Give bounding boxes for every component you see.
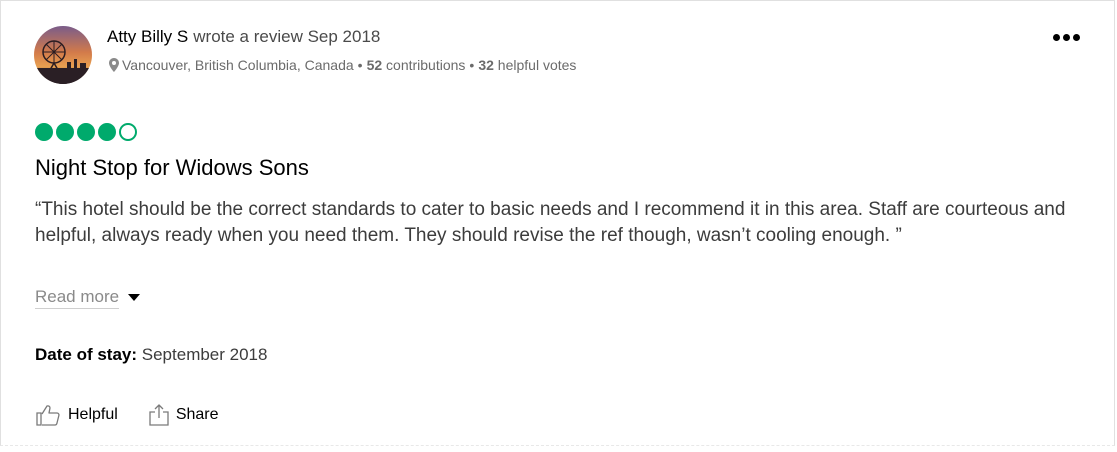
rating-bubble-filled (35, 123, 53, 141)
more-options-icon (1052, 33, 1060, 41)
author-line: Atty Billy S wrote a review Sep 2018 (107, 27, 380, 47)
location-pin-icon (109, 58, 119, 72)
more-options-button[interactable] (1048, 28, 1084, 46)
review-text: “This hotel should be the correct standa… (35, 199, 1066, 246)
read-more-label: Read more (35, 286, 120, 309)
thumbs-up-icon (36, 404, 62, 426)
separator-dot: • (469, 57, 475, 73)
more-options-icon (1062, 33, 1070, 41)
caret-down-icon (128, 293, 141, 302)
review-card: Atty Billy S wrote a review Sep 2018 Vanc… (0, 0, 1115, 446)
read-more-button[interactable]: Read more (35, 286, 141, 309)
separator-dot: • (357, 57, 363, 73)
rating-bubbles (35, 123, 137, 141)
helpful-votes-label: helpful votes (497, 57, 577, 73)
share-icon (148, 404, 170, 426)
review-title[interactable]: Night Stop for Widows Sons (35, 155, 309, 181)
contributions-count: 52 (366, 57, 383, 73)
review-actions: Helpful Share (36, 404, 219, 426)
avatar[interactable] (34, 26, 92, 84)
author-meta: Vancouver, British Columbia, Canada • 52… (109, 56, 576, 74)
review-action-text: wrote a review Sep 2018 (193, 27, 381, 46)
rating-bubble-filled (98, 123, 116, 141)
helpful-button[interactable]: Helpful (36, 404, 118, 426)
helpful-label: Helpful (68, 406, 118, 423)
date-of-stay-value: September 2018 (141, 345, 268, 364)
rating-bubble-empty (119, 123, 137, 141)
share-button[interactable]: Share (148, 404, 219, 426)
date-of-stay-label: Date of stay: (35, 345, 138, 364)
more-options-icon (1072, 33, 1080, 41)
rating-bubble-filled (77, 123, 95, 141)
rating-bubble-filled (56, 123, 74, 141)
author-location: Vancouver, British Columbia, Canada (122, 57, 354, 73)
avatar-photo (34, 26, 92, 84)
date-of-stay: Date of stay: September 2018 (35, 345, 267, 365)
contributions-label: contributions (386, 57, 466, 73)
author-name-link[interactable]: Atty Billy S (107, 27, 188, 46)
share-label: Share (175, 406, 219, 423)
helpful-votes-count: 32 (478, 57, 494, 73)
